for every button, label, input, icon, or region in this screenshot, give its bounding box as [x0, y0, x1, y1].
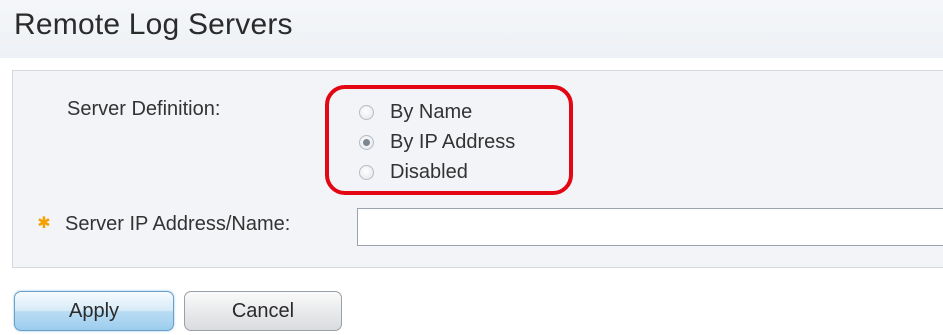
radio-disabled-label: Disabled — [390, 161, 468, 183]
radio-disabled[interactable]: Disabled — [359, 161, 468, 184]
server-address-input[interactable] — [357, 208, 943, 246]
remote-log-servers-page: Remote Log Servers Server Definition: By… — [0, 0, 943, 335]
apply-button[interactable]: Apply — [14, 291, 174, 331]
radio-by-name-label: By Name — [390, 101, 473, 123]
required-star-icon: ✱ — [37, 215, 51, 232]
cancel-button[interactable]: Cancel — [184, 291, 342, 331]
page-title: Remote Log Servers — [14, 8, 293, 41]
server-definition-label: Server Definition: — [67, 98, 221, 120]
radio-by-ip-address-label: By IP Address — [390, 131, 516, 153]
radio-by-name-button[interactable] — [359, 105, 374, 120]
radio-by-ip-address[interactable]: By IP Address — [359, 131, 515, 154]
radio-disabled-button[interactable] — [359, 165, 374, 180]
settings-panel: Server Definition: By Name By IP Address… — [12, 70, 943, 268]
server-address-label: Server IP Address/Name: — [65, 213, 291, 235]
server-definition-radio-group: By Name By IP Address Disabled — [325, 85, 573, 195]
radio-by-name[interactable]: By Name — [359, 101, 472, 124]
radio-by-ip-address-button[interactable] — [359, 135, 374, 150]
